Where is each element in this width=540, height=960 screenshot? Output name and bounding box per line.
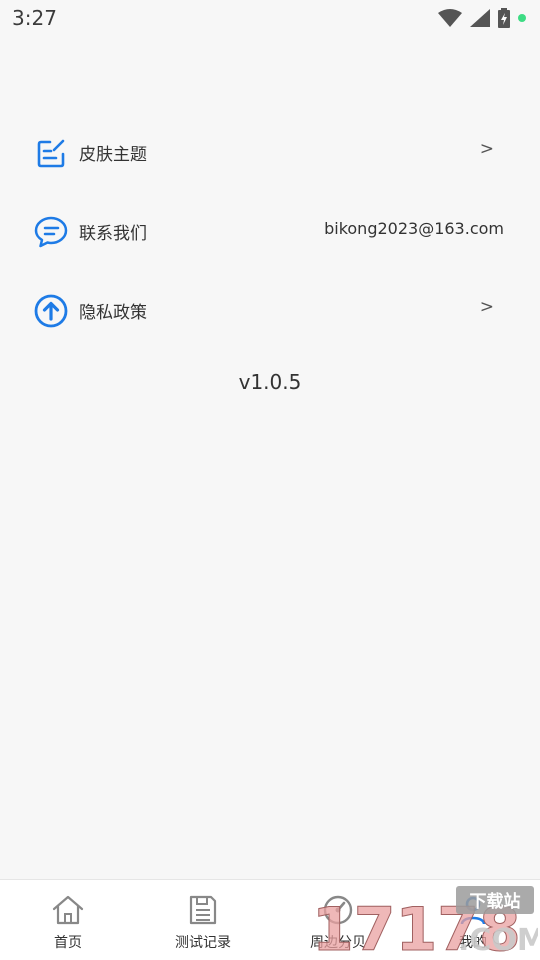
chevron-right-icon: > <box>479 297 494 317</box>
save-icon <box>189 895 217 925</box>
battery-icon <box>498 8 510 28</box>
contact-email[interactable]: bikong2023@163.com <box>324 219 504 238</box>
menu-item-contact[interactable]: 联系我们 bikong2023@163.com <box>0 205 540 261</box>
privacy-label: 隐私政策 <box>79 303 147 323</box>
app-version: v1.0.5 <box>238 370 302 394</box>
home-icon <box>52 895 84 925</box>
skin-theme-label: 皮肤主题 <box>79 145 147 165</box>
svg-text:.COM: .COM <box>458 923 538 958</box>
nav-item-records[interactable]: 测试记录 <box>143 888 263 956</box>
chevron-right-icon: > <box>479 139 494 159</box>
edit-note-icon <box>37 139 65 168</box>
svg-text:下载站: 下载站 <box>470 891 521 912</box>
menu-item-skin-theme[interactable]: 皮肤主题 > <box>0 126 540 182</box>
signal-icon <box>470 9 490 27</box>
status-icons <box>438 8 526 28</box>
nav-label-home: 首页 <box>54 935 82 951</box>
contact-label: 联系我们 <box>79 224 147 244</box>
nav-item-home[interactable]: 首页 <box>8 888 128 956</box>
notification-dot <box>518 14 526 22</box>
wifi-icon <box>438 9 462 27</box>
watermark-logo: 17178 下载站 .COM <box>312 886 538 958</box>
upload-circle-icon <box>34 294 68 328</box>
status-time: 3:27 <box>12 6 57 30</box>
chat-bubble-icon <box>34 216 68 248</box>
nav-label-records: 测试记录 <box>175 935 231 951</box>
menu-item-privacy[interactable]: 隐私政策 > <box>0 284 540 340</box>
status-bar: 3:27 <box>0 0 540 36</box>
